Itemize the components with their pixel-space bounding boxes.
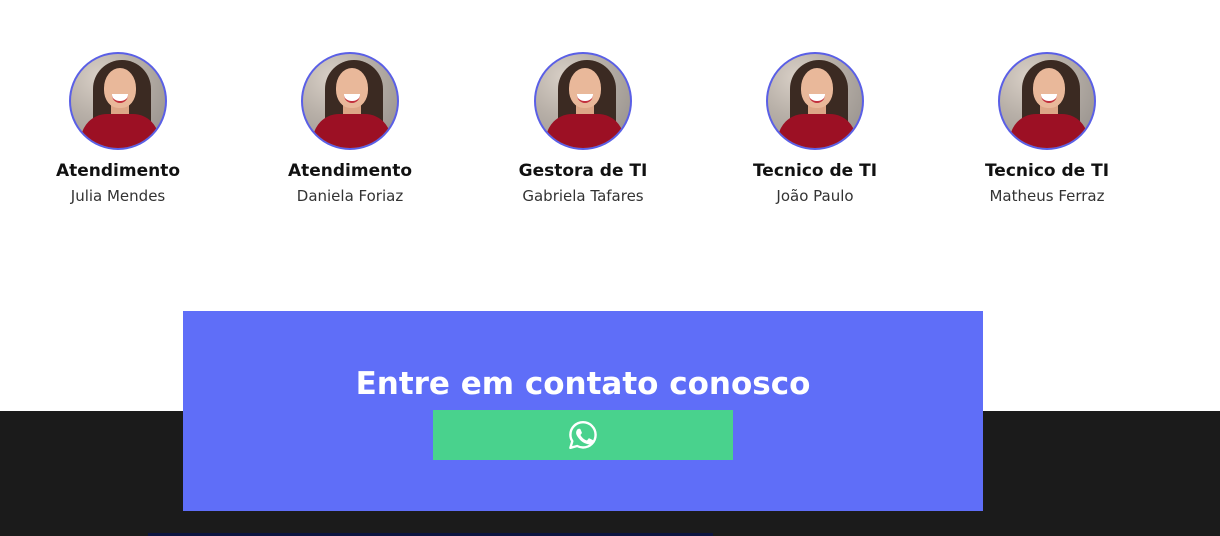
member-name: Daniela Foriaz [296,187,404,205]
team-member-card: Tecnico de TI Matheus Ferraz [931,52,1163,205]
team-member-card: Tecnico de TI João Paulo [699,52,931,205]
team-member-card: Atendimento Julia Mendes [2,52,234,205]
team-section: Atendimento Julia Mendes Atendimento Dan… [0,0,1220,300]
member-role: Tecnico de TI [752,161,878,181]
whatsapp-button[interactable] [433,410,733,460]
avatar [69,52,167,150]
contact-banner: Entre em contato conosco [183,311,983,511]
member-name: Gabriela Tafares [522,187,644,205]
member-role: Tecnico de TI [984,161,1110,181]
team-member-card: Gestora de TI Gabriela Tafares [467,52,699,205]
member-role: Atendimento [55,161,181,181]
avatar [301,52,399,150]
member-name: Matheus Ferraz [989,187,1105,205]
team-member-card: Atendimento Daniela Foriaz [234,52,466,205]
avatar [534,52,632,150]
member-role: Atendimento [287,161,413,181]
contact-title: Entre em contato conosco [355,366,811,402]
avatar [766,52,864,150]
member-role: Gestora de TI [518,161,648,181]
member-name: Julia Mendes [70,187,166,205]
avatar [998,52,1096,150]
whatsapp-icon [569,421,597,449]
member-name: João Paulo [776,187,854,205]
